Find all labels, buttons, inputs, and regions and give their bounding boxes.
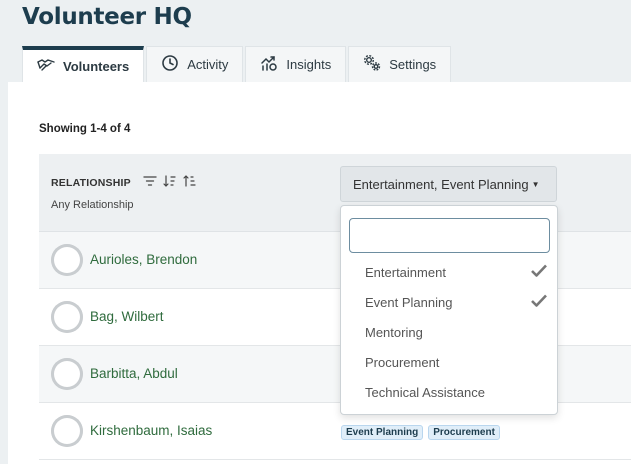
dropdown-option-event-planning[interactable]: Event Planning xyxy=(341,288,557,316)
volunteer-name-link[interactable]: Aurioles, Brendon xyxy=(90,252,197,267)
interest-tag: Procurement xyxy=(428,425,500,440)
gears-icon xyxy=(363,54,381,75)
sort-ascending-icon[interactable] xyxy=(183,174,197,193)
option-label: Technical Assistance xyxy=(365,384,485,400)
tab-label: Settings xyxy=(389,57,437,72)
option-label: Event Planning xyxy=(365,294,453,310)
tab-label: Insights xyxy=(286,57,332,72)
interests-filter-label: Entertainment, Event Planning xyxy=(353,176,529,192)
app-title: Volunteer HQ xyxy=(22,4,192,30)
dropdown-option-entertainment[interactable]: Entertainment xyxy=(341,258,557,286)
dropdown-option-procurement[interactable]: Procurement xyxy=(341,348,557,376)
tab-activity[interactable]: Activity xyxy=(146,46,244,82)
tab-settings[interactable]: Settings xyxy=(348,46,452,82)
checkmark-icon xyxy=(531,294,547,308)
interest-tags: Event Planning Procurement xyxy=(341,425,500,440)
tab-volunteers[interactable]: Volunteers xyxy=(22,46,145,82)
sort-descending-icon[interactable] xyxy=(163,174,177,193)
filter-icon[interactable] xyxy=(143,174,157,193)
interests-filter-button[interactable]: Entertainment, Event Planning ▼ xyxy=(340,166,557,202)
results-count: Showing 1-4 of 4 xyxy=(39,123,131,135)
dropdown-option-technical-assistance[interactable]: Technical Assistance xyxy=(341,378,557,406)
avatar xyxy=(51,244,83,276)
avatar xyxy=(51,415,83,447)
chart-trend-icon xyxy=(260,54,278,75)
volunteer-name-link[interactable]: Barbitta, Abdul xyxy=(90,366,178,381)
tab-label: Volunteers xyxy=(63,58,130,74)
caret-down-icon: ▼ xyxy=(531,179,540,189)
option-label: Mentoring xyxy=(365,324,423,340)
dropdown-option-mentoring[interactable]: Mentoring xyxy=(341,318,557,346)
interests-search-input[interactable] xyxy=(349,218,550,253)
avatar xyxy=(51,301,83,333)
tab-bar: Volunteers Activity Insights Settings xyxy=(22,46,453,82)
clock-icon xyxy=(161,54,179,75)
interest-tag: Event Planning xyxy=(341,425,424,440)
option-label: Procurement xyxy=(365,354,440,370)
checkmark-icon xyxy=(531,264,547,278)
relationship-filter-value: Any Relationship xyxy=(51,199,134,211)
interests-filter-dropdown: Entertainment Event Planning Mentoring P… xyxy=(340,205,558,415)
relationship-column-header: RELATIONSHIP xyxy=(51,177,131,189)
volunteer-name-link[interactable]: Kirshenbaum, Isaias xyxy=(90,423,212,438)
tab-insights[interactable]: Insights xyxy=(245,46,347,82)
handshake-icon xyxy=(37,56,55,77)
tab-label: Activity xyxy=(187,57,229,72)
volunteer-name-link[interactable]: Bag, Wilbert xyxy=(90,309,164,324)
option-label: Entertainment xyxy=(365,264,446,280)
avatar xyxy=(51,358,83,390)
